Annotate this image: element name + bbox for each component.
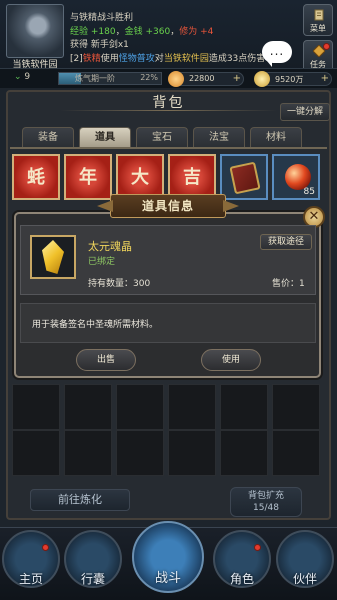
empty-slot[interactable] — [64, 430, 112, 476]
item-price: 售价：1 — [272, 279, 305, 289]
book-icon — [229, 161, 261, 195]
spirit-stone-counter: 22800 + — [168, 71, 244, 87]
add-spirit-stone-button[interactable]: + — [233, 73, 241, 84]
menu-label: 菜单 — [310, 24, 326, 33]
dialog-title: 道具信息 — [110, 194, 226, 218]
tab-underline — [10, 147, 327, 149]
log-text: 造成33点伤害 — [208, 53, 266, 64]
empty-slot[interactable] — [116, 384, 164, 430]
item-count: 85 — [303, 187, 315, 197]
log-text: 对 — [154, 53, 164, 64]
silver-counter: 9520万 + — [254, 71, 332, 87]
spirit-stone-value: 22800 — [189, 74, 215, 83]
talisman-icon: 蚝 — [27, 167, 45, 188]
cultivation-label: 炼气期一阶 — [75, 74, 115, 83]
log-text: 与铁精战斗胜利 — [70, 13, 134, 23]
expand-bag-button[interactable]: 背包扩充 15/48 — [230, 487, 302, 517]
empty-slot[interactable] — [64, 384, 112, 430]
tab-materials[interactable]: 材料 — [250, 127, 302, 147]
tab-treasure[interactable]: 法宝 — [193, 127, 245, 147]
nav-battle-label: 战斗 — [154, 571, 181, 586]
tab-equipment[interactable]: 装备 — [22, 127, 74, 147]
goto-refine-button[interactable]: 前往炼化 — [30, 489, 130, 511]
log-text: 铁精 — [82, 53, 101, 64]
empty-slot[interactable] — [220, 384, 268, 430]
log-text: 经验 +180 — [70, 26, 116, 37]
player-level: ⌄ 9 — [14, 72, 31, 82]
close-icon: ✕ — [308, 209, 320, 224]
title-divider — [60, 110, 277, 111]
talisman-icon: 年 — [79, 167, 97, 188]
item-name: 太元魂晶 — [88, 240, 132, 253]
item-icon-frame — [30, 235, 76, 279]
cultivation-percent: 22% — [140, 73, 158, 82]
log-text: ， — [170, 26, 180, 37]
battle-log-line: 与铁精战斗胜利 — [70, 12, 300, 26]
empty-slot[interactable] — [12, 430, 60, 476]
bag-capacity: 15/48 — [253, 503, 279, 513]
chat-bubble-icon: ... — [269, 44, 285, 58]
empty-slot[interactable] — [272, 430, 320, 476]
item-owned-count: 持有数量：300 — [88, 279, 151, 289]
resource-bar: ⌄ 9 炼气期一阶 22% 22800 + 9520万 + — [0, 68, 337, 88]
log-text: 金钱 +360 — [124, 26, 171, 37]
bag-slot-talisman[interactable]: 年 — [64, 154, 112, 200]
bag-slot-orb[interactable]: 85 — [272, 154, 320, 200]
log-text: 修为 +4 — [179, 26, 214, 37]
nav-home-badge — [42, 544, 49, 551]
spirit-stone-icon — [168, 71, 184, 87]
level-value: 9 — [24, 72, 31, 82]
item-description: 用于装备签名中圣魂所需材料。 — [32, 320, 159, 330]
log-text: 当铁软件园 — [163, 53, 209, 64]
use-button[interactable]: 使用 — [201, 349, 261, 371]
log-text: ， — [115, 26, 125, 37]
nav-bag-label: 行囊 — [80, 572, 105, 586]
top-status-area: 当铁软件园 与铁精战斗胜利 经验 +180，金钱 +360，修为 +4 获得 新… — [0, 0, 337, 88]
silver-value: 9520万 — [275, 75, 304, 84]
crystal-icon — [42, 240, 64, 274]
get-source-button[interactable]: 获取途径 — [260, 234, 312, 250]
expand-bag-label: 背包扩充 — [247, 491, 284, 501]
battle-log-line: 经验 +180，金钱 +360，修为 +4 — [70, 26, 300, 40]
empty-slot[interactable] — [272, 384, 320, 430]
empty-slot[interactable] — [12, 384, 60, 430]
empty-slot[interactable] — [168, 384, 216, 430]
empty-slot[interactable] — [168, 430, 216, 476]
talisman-icon: 吉 — [183, 167, 201, 188]
nav-partner-label: 伙伴 — [292, 572, 317, 586]
quick-decompose-button[interactable]: 一键分解 — [280, 103, 330, 121]
tab-props[interactable]: 道具 — [79, 127, 131, 147]
avatar[interactable] — [6, 4, 64, 58]
log-text: 获得 新手剑x1 — [70, 40, 129, 50]
empty-slot[interactable] — [116, 430, 164, 476]
bag-slot-talisman[interactable]: 蚝 — [12, 154, 60, 200]
cultivation-bar: 炼气期一阶 22% — [58, 72, 162, 85]
nav-home-label: 主页 — [18, 572, 43, 586]
talisman-icon: 大 — [131, 167, 149, 188]
log-text: 使用 — [100, 53, 119, 64]
add-silver-button[interactable]: + — [321, 73, 329, 84]
empty-slot[interactable] — [220, 430, 268, 476]
tab-gems[interactable]: 宝石 — [136, 127, 188, 147]
item-bound-status: 已绑定 — [88, 257, 116, 267]
notification-badge — [323, 43, 330, 50]
menu-button[interactable]: 菜单 — [303, 4, 333, 36]
log-text: 怪物普攻 — [118, 53, 155, 64]
bag-slot-book[interactable] — [220, 154, 268, 200]
silver-coin-icon — [254, 71, 270, 87]
nav-character-label: 角色 — [229, 572, 254, 586]
sell-button[interactable]: 出售 — [76, 349, 136, 371]
chat-button[interactable]: ... — [262, 41, 292, 67]
nav-character-badge — [254, 544, 261, 551]
log-text: [2] — [70, 53, 83, 64]
menu-icon — [314, 9, 324, 21]
